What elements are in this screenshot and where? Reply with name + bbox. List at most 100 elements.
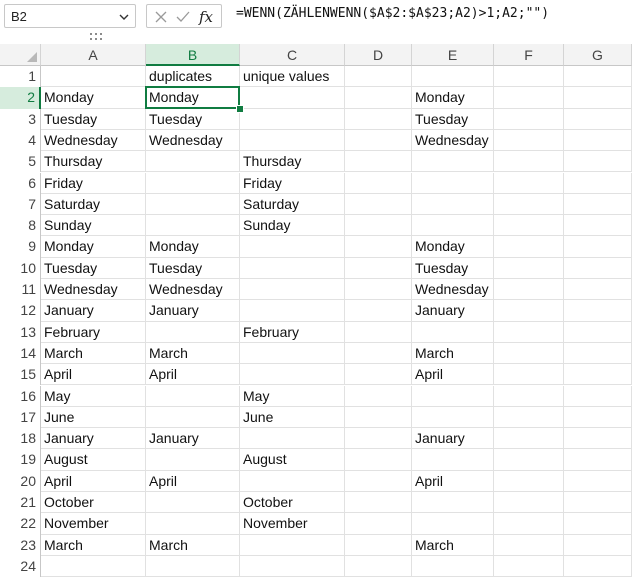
cell-f23[interactable] xyxy=(494,534,564,556)
row-header-20[interactable]: 20 xyxy=(0,470,41,492)
cell-f18[interactable] xyxy=(494,428,564,450)
chevron-down-icon[interactable] xyxy=(117,10,131,24)
cell-a2[interactable]: Monday xyxy=(41,87,146,109)
fill-handle[interactable] xyxy=(236,104,244,113)
cell-a24[interactable] xyxy=(41,555,146,577)
cell-e23[interactable]: March xyxy=(412,534,494,556)
row-header-12[interactable]: 12 xyxy=(0,300,41,322)
cell-a13[interactable]: February xyxy=(41,321,146,343)
cell-b23[interactable]: March xyxy=(146,534,240,556)
cell-f19[interactable] xyxy=(494,449,564,471)
cell-c13[interactable]: February xyxy=(240,321,345,343)
cell-d23[interactable] xyxy=(345,534,412,556)
cell-a1[interactable] xyxy=(41,66,146,88)
cell-c18[interactable] xyxy=(240,428,345,450)
cell-f11[interactable] xyxy=(494,279,564,301)
cell-g21[interactable] xyxy=(564,492,632,514)
row-header-17[interactable]: 17 xyxy=(0,406,41,429)
enter-check-icon[interactable] xyxy=(175,9,191,25)
cell-g12[interactable] xyxy=(564,300,632,322)
cell-f17[interactable] xyxy=(494,406,564,429)
cell-d3[interactable] xyxy=(345,108,412,130)
cell-b18[interactable]: January xyxy=(146,428,240,450)
cell-d9[interactable] xyxy=(345,236,412,258)
cell-g16[interactable] xyxy=(564,385,632,407)
row-header-21[interactable]: 21 xyxy=(0,492,41,514)
cell-e12[interactable]: January xyxy=(412,300,494,322)
cell-g8[interactable] xyxy=(564,215,632,237)
cell-c8[interactable]: Sunday xyxy=(240,215,345,237)
column-header-f[interactable]: F xyxy=(494,44,564,66)
cell-e14[interactable]: March xyxy=(412,342,494,365)
cell-c5[interactable]: Thursday xyxy=(240,151,345,173)
cell-c15[interactable] xyxy=(240,364,345,386)
cell-g5[interactable] xyxy=(564,151,632,173)
cell-e24[interactable] xyxy=(412,555,494,577)
row-header-5[interactable]: 5 xyxy=(0,151,41,173)
formula-input[interactable]: =WENN(ZÄHLENWENN($A$2:$A$23;A2)>1;A2;"") xyxy=(236,6,549,21)
cell-g10[interactable] xyxy=(564,257,632,279)
cell-e15[interactable]: April xyxy=(412,364,494,386)
cell-f8[interactable] xyxy=(494,215,564,237)
cell-b21[interactable] xyxy=(146,492,240,514)
cell-d22[interactable] xyxy=(345,513,412,535)
cell-b4[interactable]: Wednesday xyxy=(146,129,240,152)
cell-d15[interactable] xyxy=(345,364,412,386)
cell-c21[interactable]: October xyxy=(240,492,345,514)
cell-c1[interactable]: unique values xyxy=(240,66,345,88)
cell-g17[interactable] xyxy=(564,406,632,429)
cell-g14[interactable] xyxy=(564,342,632,365)
cell-c20[interactable] xyxy=(240,470,345,492)
cell-c23[interactable] xyxy=(240,534,345,556)
cell-e13[interactable] xyxy=(412,321,494,343)
cell-a19[interactable]: August xyxy=(41,449,146,471)
cell-a15[interactable]: April xyxy=(41,364,146,386)
row-header-4[interactable]: 4 xyxy=(0,129,41,152)
row-header-22[interactable]: 22 xyxy=(0,513,41,535)
cell-c3[interactable] xyxy=(240,108,345,130)
row-header-18[interactable]: 18 xyxy=(0,428,41,450)
cell-a18[interactable]: January xyxy=(41,428,146,450)
row-header-9[interactable]: 9 xyxy=(0,236,41,258)
cell-d13[interactable] xyxy=(345,321,412,343)
cell-b24[interactable] xyxy=(146,555,240,577)
cell-e5[interactable] xyxy=(412,151,494,173)
cell-c16[interactable]: May xyxy=(240,385,345,407)
cell-f7[interactable] xyxy=(494,193,564,216)
cell-c22[interactable]: November xyxy=(240,513,345,535)
cell-c6[interactable]: Friday xyxy=(240,172,345,194)
cell-a21[interactable]: October xyxy=(41,492,146,514)
cell-c9[interactable] xyxy=(240,236,345,258)
cell-g11[interactable] xyxy=(564,279,632,301)
cell-c11[interactable] xyxy=(240,279,345,301)
cell-b20[interactable]: April xyxy=(146,470,240,492)
cell-e1[interactable] xyxy=(412,66,494,88)
cell-f24[interactable] xyxy=(494,555,564,577)
cell-b7[interactable] xyxy=(146,193,240,216)
cell-e9[interactable]: Monday xyxy=(412,236,494,258)
cell-f9[interactable] xyxy=(494,236,564,258)
cell-d20[interactable] xyxy=(345,470,412,492)
cell-a8[interactable]: Sunday xyxy=(41,215,146,237)
cell-d24[interactable] xyxy=(345,555,412,577)
cell-d14[interactable] xyxy=(345,342,412,365)
row-header-7[interactable]: 7 xyxy=(0,193,41,216)
cell-e11[interactable]: Wednesday xyxy=(412,279,494,301)
row-header-16[interactable]: 16 xyxy=(0,385,41,407)
cell-c24[interactable] xyxy=(240,555,345,577)
row-header-19[interactable]: 19 xyxy=(0,449,41,471)
cell-b19[interactable] xyxy=(146,449,240,471)
cell-d6[interactable] xyxy=(345,172,412,194)
cell-d11[interactable] xyxy=(345,279,412,301)
cell-a3[interactable]: Tuesday xyxy=(41,108,146,130)
cell-f15[interactable] xyxy=(494,364,564,386)
cell-b15[interactable]: April xyxy=(146,364,240,386)
cell-d12[interactable] xyxy=(345,300,412,322)
cell-a17[interactable]: June xyxy=(41,406,146,429)
cell-f4[interactable] xyxy=(494,129,564,152)
cell-b1[interactable]: duplicates xyxy=(146,66,240,88)
cell-b17[interactable] xyxy=(146,406,240,429)
cell-b3[interactable]: Tuesday xyxy=(146,108,240,130)
cell-f6[interactable] xyxy=(494,172,564,194)
row-header-2[interactable]: 2 xyxy=(0,87,41,109)
